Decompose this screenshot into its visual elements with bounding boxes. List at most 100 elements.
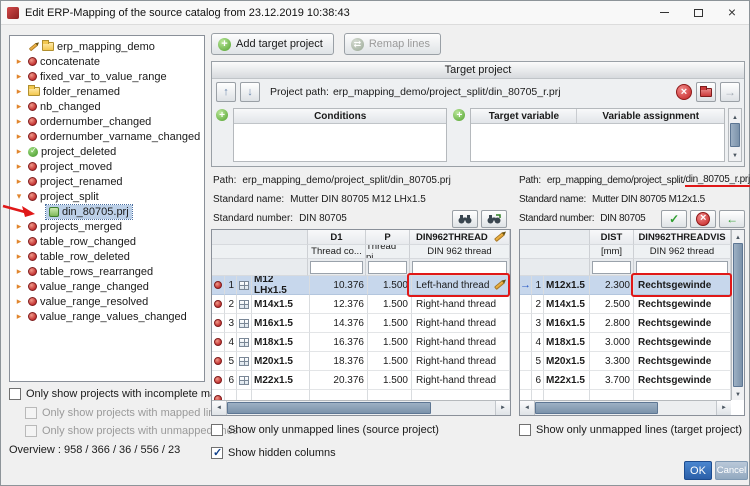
column-header-dist[interactable]: DIST [590, 230, 634, 245]
tree-item-project_split[interactable]: project_split [10, 189, 204, 204]
scroll-left-icon[interactable] [520, 401, 535, 415]
cell-thread[interactable]: Left-hand thread [412, 276, 510, 295]
scroll-right-icon[interactable] [716, 401, 731, 415]
tree-item-value_range_values_changed[interactable]: value_range_values_changed [10, 309, 204, 324]
scroll-down-icon[interactable] [735, 388, 741, 399]
scroll-track[interactable] [535, 401, 716, 415]
tree-item-fixed_var_to_value_range[interactable]: fixed_var_to_value_range [10, 69, 204, 84]
expand-icon[interactable] [13, 251, 25, 262]
expand-icon[interactable] [13, 281, 25, 292]
tree-item-table_rows_rearranged[interactable]: table_rows_rearranged [10, 264, 204, 279]
tree-item-table_row_changed[interactable]: table_row_changed [10, 234, 204, 249]
ok-button[interactable]: OK [684, 461, 712, 480]
expand-icon[interactable] [13, 56, 25, 67]
expand-icon[interactable] [13, 131, 25, 142]
scroll-thumb[interactable] [535, 402, 659, 414]
scroll-thumb[interactable] [730, 123, 740, 147]
checkbox-source-unmapped[interactable]: Show only unmapped lines (source project… [211, 424, 439, 436]
find-line-button[interactable] [452, 209, 478, 228]
target-table-row-1[interactable]: 1M12x1.52.300Rechtsgewinde [520, 276, 731, 295]
tree-item-value_range_changed[interactable]: value_range_changed [10, 279, 204, 294]
remove-target-project-button[interactable] [676, 84, 692, 100]
expand-icon[interactable] [13, 221, 25, 232]
column-header-threadvis[interactable]: DIN962THREADVIS [634, 230, 731, 245]
source-table-row-4[interactable]: 4 M18x1.5 16.376 1.500 Right-hand thread [212, 333, 510, 352]
tree-item-value_range_resolved[interactable]: value_range_resolved [10, 294, 204, 309]
scroll-thumb[interactable] [733, 243, 743, 387]
expand-icon[interactable] [13, 146, 25, 157]
expand-icon[interactable] [13, 176, 25, 187]
scroll-up-icon[interactable] [735, 231, 741, 242]
checkbox-show-hidden-columns[interactable]: Show hidden columns [211, 446, 336, 459]
tree-item-din_80705.prj[interactable]: din_80705.prj [10, 203, 204, 220]
cancel-button[interactable]: Cancel [715, 461, 748, 480]
expand-icon[interactable] [13, 266, 25, 277]
tree-item-ordernumber_changed[interactable]: ordernumber_changed [10, 114, 204, 129]
checkbox-unmapped-lines[interactable]: Only show projects with unmapped lines [25, 425, 238, 437]
scroll-right-icon[interactable] [495, 401, 510, 415]
move-down-button[interactable] [240, 82, 260, 102]
add-condition-button[interactable] [216, 109, 228, 121]
expand-icon[interactable] [13, 311, 25, 322]
add-target-project-button[interactable]: Add target project [211, 33, 334, 55]
expand-icon[interactable] [13, 116, 25, 127]
tree-item-project_deleted[interactable]: project_deleted [10, 144, 204, 159]
target-table-vscrollbar[interactable] [731, 230, 744, 400]
tree-item-concatenate[interactable]: concatenate [10, 54, 204, 69]
maximize-button[interactable] [681, 1, 715, 24]
tree-item-nb_changed[interactable]: nb_changed [10, 99, 204, 114]
expand-icon[interactable] [13, 296, 25, 307]
tree-item-projects_merged[interactable]: projects_merged [10, 219, 204, 234]
move-up-button[interactable] [216, 82, 236, 102]
filter-input-threadvis[interactable] [636, 260, 728, 274]
filter-input-p[interactable] [368, 260, 407, 274]
source-table-hscrollbar[interactable] [212, 400, 510, 415]
tree-item-erp_mapping_demo[interactable]: erp_mapping_demo [10, 39, 204, 54]
delete-project-button[interactable] [696, 82, 716, 102]
target-table-row-3[interactable]: 3 M16x1.5 2.800 Rechtsgewinde [520, 314, 731, 333]
find-mapped-line-button[interactable] [481, 209, 507, 228]
target-table-row-5[interactable]: 5 M20x1.5 3.300 Rechtsgewinde [520, 352, 731, 371]
edit-column-icon[interactable] [494, 231, 505, 243]
close-button[interactable] [715, 1, 749, 24]
collapse-icon[interactable] [13, 191, 25, 202]
goto-project-button[interactable] [720, 82, 740, 102]
tree-item-project_renamed[interactable]: project_renamed [10, 174, 204, 189]
expand-icon[interactable] [13, 86, 25, 97]
edit-cell-icon[interactable] [494, 279, 505, 291]
target-table-hscrollbar[interactable] [520, 400, 731, 415]
scroll-left-icon[interactable] [212, 401, 227, 415]
source-table-row-5[interactable]: 5 M20x1.5 18.376 1.500 Right-hand thread [212, 352, 510, 371]
add-variable-button[interactable] [453, 109, 466, 121]
column-header-p[interactable]: P [366, 230, 410, 245]
source-table-row-1[interactable]: 1 M12 LHx1.5 10.376 1.500 Left-hand thread [212, 276, 510, 295]
source-table-row-2[interactable]: 2 M14x1.5 12.376 1.500 Right-hand thread [212, 295, 510, 314]
accept-mapping-button[interactable] [661, 209, 687, 228]
filter-input-thread[interactable] [412, 260, 507, 274]
filter-input-dist[interactable] [592, 260, 631, 274]
tree-item-project_moved[interactable]: project_moved [10, 159, 204, 174]
source-table-row-3[interactable]: 3 M16x1.5 14.376 1.500 Right-hand thread [212, 314, 510, 333]
source-table-row-6[interactable]: 6 M22x1.5 20.376 1.500 Right-hand thread [212, 371, 510, 390]
back-to-source-button[interactable] [719, 209, 745, 228]
tree-item-folder_renamed[interactable]: folder_renamed [10, 84, 204, 99]
column-header-thread[interactable]: DIN962THREAD [410, 230, 510, 245]
expand-icon[interactable] [13, 101, 25, 112]
minimize-button[interactable] [647, 1, 681, 24]
target-panel-scrollbar[interactable] [728, 108, 742, 162]
target-table-row-4[interactable]: 4 M18x1.5 3.000 Rechtsgewinde [520, 333, 731, 352]
expand-icon[interactable] [13, 161, 25, 172]
scroll-thumb[interactable] [227, 402, 431, 414]
column-header-d1[interactable]: D1 [308, 230, 366, 245]
checkbox-target-unmapped[interactable]: Show only unmapped lines (target project… [519, 424, 742, 436]
expand-icon[interactable] [13, 71, 25, 82]
target-table-row-2[interactable]: 2 M14x1.5 2.500 Rechtsgewinde [520, 295, 731, 314]
tree-item-table_row_deleted[interactable]: table_row_deleted [10, 249, 204, 264]
remap-lines-button[interactable]: Remap lines [343, 33, 441, 55]
tree-item-ordernumber_varname_changed[interactable]: ordernumber_varname_changed [10, 129, 204, 144]
scroll-track[interactable] [227, 401, 495, 415]
target-table-row-6[interactable]: 6 M22x1.5 3.700 Rechtsgewinde [520, 371, 731, 390]
checkbox-mapped-lines[interactable]: Only show projects with mapped lines [25, 407, 226, 419]
filter-input-d1[interactable] [310, 260, 363, 274]
reject-mapping-button[interactable] [690, 209, 716, 228]
